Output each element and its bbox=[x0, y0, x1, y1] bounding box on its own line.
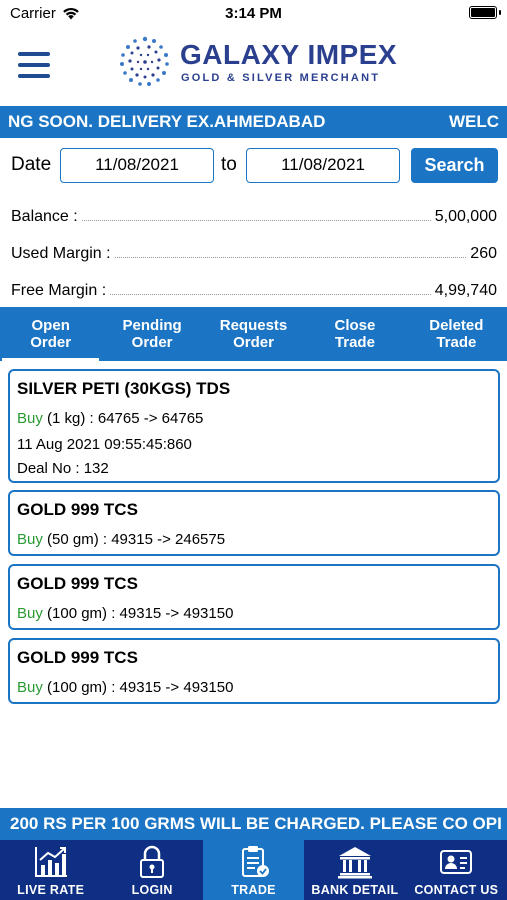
search-button[interactable]: Search bbox=[411, 148, 498, 183]
order-card[interactable]: GOLD 999 TCS Buy (100 gm) : 49315 -> 493… bbox=[8, 638, 500, 704]
bank-icon bbox=[337, 847, 372, 879]
order-side: Buy bbox=[17, 679, 43, 696]
tab-open-order[interactable]: Open Order bbox=[0, 307, 101, 361]
balance-label: Balance : bbox=[11, 208, 78, 225]
app-header: GALAXY IMPEX GOLD & SILVER MERCHANT bbox=[0, 30, 507, 104]
used-margin-value: 260 bbox=[470, 245, 497, 262]
order-side: Buy bbox=[17, 410, 43, 427]
nav-label: LOGIN bbox=[131, 883, 173, 897]
dotted-leader bbox=[81, 220, 431, 221]
order-qty-price: (50 gm) : 49315 -> 246575 bbox=[42, 531, 226, 548]
bar-chart-icon bbox=[34, 847, 67, 877]
clipboard-icon bbox=[241, 846, 269, 877]
hamburger-menu-icon[interactable] bbox=[18, 52, 50, 78]
nav-contact-us[interactable]: CONTACT US bbox=[406, 840, 507, 900]
from-date-field[interactable]: 11/08/2021 bbox=[60, 148, 214, 183]
free-margin-label: Free Margin : bbox=[11, 282, 107, 299]
nav-bank-detail[interactable]: BANK DETAIL bbox=[304, 840, 405, 900]
order-side: Buy bbox=[17, 605, 43, 622]
order-title: SILVER PETI (30KGS) TDS bbox=[17, 379, 231, 398]
tab-label: Open bbox=[31, 317, 70, 334]
tab-label: Requests bbox=[219, 317, 288, 334]
order-detail: Buy (50 gm) : 49315 -> 246575 bbox=[17, 531, 225, 548]
nav-live-rate[interactable]: LIVE RATE bbox=[0, 840, 101, 900]
announcement-ticker-top: NG SOON. DELIVERY EX.AHMEDABAD WELC bbox=[0, 106, 507, 138]
to-date-field[interactable]: 11/08/2021 bbox=[246, 148, 400, 183]
balance-value: 5,00,000 bbox=[434, 208, 497, 225]
nav-login[interactable]: LOGIN bbox=[101, 840, 202, 900]
used-margin-row: Used Margin : 260 bbox=[11, 237, 497, 263]
logo-title: GALAXY IMPEX bbox=[180, 39, 398, 70]
dotted-leader bbox=[110, 294, 431, 295]
status-time: 3:14 PM bbox=[225, 5, 282, 22]
tab-label: Trade bbox=[334, 334, 375, 351]
dotted-leader bbox=[114, 257, 467, 258]
order-card[interactable]: GOLD 999 TCS Buy (100 gm) : 49315 -> 493… bbox=[8, 564, 500, 630]
bottom-nav: LIVE RATE LOGIN TRADE BANK DETAIL CONTAC… bbox=[0, 840, 507, 900]
tab-close-trade[interactable]: Close Trade bbox=[304, 307, 405, 361]
date-filter: Date 11/08/2021 to 11/08/2021 Search bbox=[0, 146, 507, 186]
to-label: to bbox=[221, 154, 237, 175]
ticker-top-text: NG SOON. DELIVERY EX.AHMEDABAD bbox=[8, 112, 326, 131]
order-title: GOLD 999 TCS bbox=[17, 500, 138, 519]
tab-requests-order[interactable]: Requests Order bbox=[203, 307, 304, 361]
tab-label: Order bbox=[30, 334, 72, 351]
ticker-top-text-right: WELC bbox=[448, 112, 499, 131]
tab-label: Trade bbox=[436, 334, 477, 351]
date-label: Date bbox=[11, 154, 52, 175]
tab-pending-order[interactable]: Pending Order bbox=[101, 307, 202, 361]
order-card[interactable]: SILVER PETI (30KGS) TDS Buy (1 kg) : 647… bbox=[8, 369, 500, 483]
ticker-bottom-text: 200 RS PER 100 GRMS WILL BE CHARGED. PLE… bbox=[10, 814, 502, 833]
lock-icon bbox=[140, 845, 165, 878]
free-margin-value: 4,99,740 bbox=[434, 282, 497, 299]
galaxy-swirl-icon bbox=[120, 36, 169, 86]
contact-card-icon bbox=[440, 850, 473, 874]
order-qty-price: (100 gm) : 49315 -> 493150 bbox=[42, 605, 234, 622]
order-timestamp: 11 Aug 2021 09:55:45:860 bbox=[17, 436, 192, 453]
logo-subtitle: GOLD & SILVER MERCHANT bbox=[181, 72, 381, 84]
order-qty-price: (100 gm) : 49315 -> 493150 bbox=[42, 679, 234, 696]
battery-icon bbox=[469, 6, 501, 19]
galaxy-impex-logo: GALAXY IMPEX GOLD & SILVER MERCHANT bbox=[116, 33, 398, 93]
announcement-ticker-bottom: 200 RS PER 100 GRMS WILL BE CHARGED. PLE… bbox=[0, 808, 507, 840]
order-title: GOLD 999 TCS bbox=[17, 648, 138, 667]
order-detail: Buy (100 gm) : 49315 -> 493150 bbox=[17, 679, 233, 696]
nav-label: BANK DETAIL bbox=[311, 883, 399, 897]
tab-label: Order bbox=[131, 334, 173, 351]
order-deal-no: Deal No : 132 bbox=[17, 460, 109, 477]
order-detail: Buy (1 kg) : 64765 -> 64765 bbox=[17, 410, 203, 427]
used-margin-label: Used Margin : bbox=[11, 245, 111, 262]
order-tabs: Open Order Pending Order Requests Order Clo… bbox=[0, 307, 507, 361]
order-card[interactable]: GOLD 999 TCS Buy (50 gm) : 49315 -> 2465… bbox=[8, 490, 500, 556]
tab-label: Pending bbox=[122, 317, 182, 334]
order-title: GOLD 999 TCS bbox=[17, 574, 138, 593]
balance-row: Balance : 5,00,000 bbox=[11, 200, 497, 226]
tab-label: Order bbox=[233, 334, 274, 351]
order-side: Buy bbox=[17, 531, 43, 548]
status-bar: Carrier 3:14 PM bbox=[0, 0, 507, 30]
order-qty-price: (1 kg) : 64765 -> 64765 bbox=[42, 410, 204, 427]
order-detail: Buy (100 gm) : 49315 -> 493150 bbox=[17, 605, 233, 622]
nav-label: CONTACT US bbox=[414, 883, 499, 897]
free-margin-row: Free Margin : 4,99,740 bbox=[11, 274, 497, 300]
nav-label: LIVE RATE bbox=[17, 883, 85, 897]
tab-label: Deleted bbox=[429, 317, 484, 334]
tab-deleted-trade[interactable]: Deleted Trade bbox=[406, 307, 507, 361]
nav-label: TRADE bbox=[231, 883, 276, 897]
nav-trade[interactable]: TRADE bbox=[202, 840, 305, 900]
tab-label: Close bbox=[334, 317, 376, 334]
